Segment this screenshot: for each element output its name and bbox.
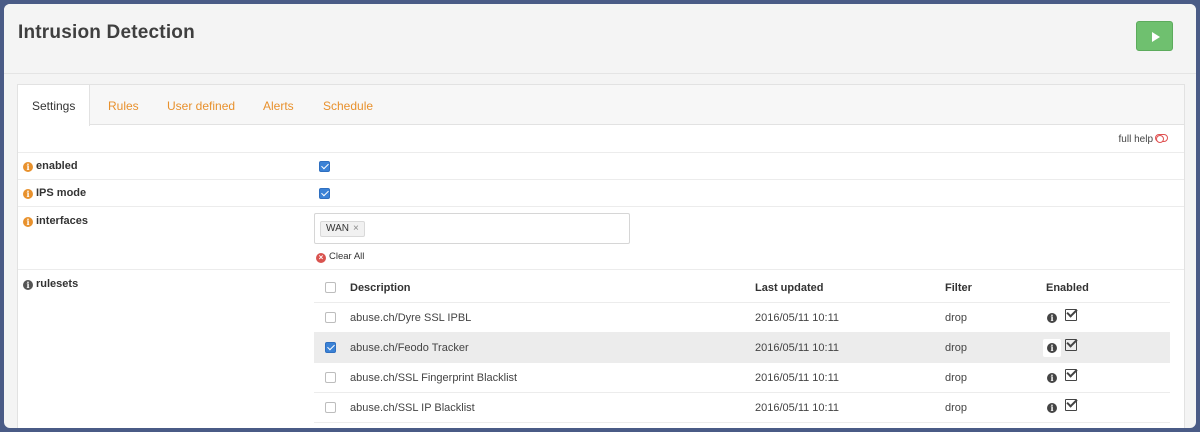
info-button[interactable]: i <box>1043 339 1061 357</box>
select-all-checkbox[interactable] <box>325 282 336 293</box>
ips-mode-checkbox[interactable] <box>319 188 330 199</box>
info-icon: i <box>1047 343 1057 353</box>
info-button[interactable]: i <box>1043 399 1061 417</box>
play-icon <box>1152 32 1160 42</box>
page-title: Intrusion Detection <box>18 22 195 43</box>
clear-all-link[interactable]: × Clear All <box>316 251 364 263</box>
info-icon: i <box>1047 313 1057 323</box>
enabled-check-icon[interactable] <box>1065 399 1077 411</box>
setting-label-ips-mode: i IPS mode <box>23 187 86 199</box>
row-checkbox[interactable] <box>325 402 336 413</box>
enabled-checkbox[interactable] <box>319 161 330 172</box>
table-row[interactable]: abuse.ch/Dyre SSL IPBL 2016/05/11 10:11 … <box>314 303 1170 333</box>
info-icon: i <box>1047 403 1057 413</box>
table-row[interactable]: abuse.ch/Feodo Tracker 2016/05/11 10:11 … <box>314 333 1170 363</box>
toggle-off-icon <box>1155 134 1168 143</box>
tab-bar: Settings Rules User defined Alerts Sched… <box>18 85 1184 126</box>
info-icon[interactable]: i <box>23 217 33 227</box>
column-header-description[interactable]: Description <box>350 282 411 294</box>
full-help-label: full help <box>1118 134 1153 145</box>
info-button[interactable]: i <box>1043 369 1061 387</box>
row-checkbox[interactable] <box>325 312 336 323</box>
app-window: Intrusion Detection Settings Rules User … <box>4 4 1196 428</box>
clear-icon: × <box>316 253 326 263</box>
info-icon: i <box>1047 373 1057 383</box>
info-icon[interactable]: i <box>23 189 33 199</box>
tab-rules[interactable]: Rules <box>108 85 139 125</box>
setting-row-interfaces: i interfaces WAN × × Clear All <box>18 207 1184 270</box>
settings-panel: Settings Rules User defined Alerts Sched… <box>17 84 1185 428</box>
enabled-check-icon[interactable] <box>1065 369 1077 381</box>
info-button[interactable]: i <box>1043 309 1061 327</box>
column-header-filter[interactable]: Filter <box>945 282 972 294</box>
info-icon[interactable]: i <box>23 280 33 290</box>
setting-label-interfaces: i interfaces <box>23 215 88 227</box>
info-icon[interactable]: i <box>23 162 33 172</box>
remove-chip-icon[interactable]: × <box>353 223 359 234</box>
table-row[interactable]: abuse.ch/SSL Fingerprint Blacklist 2016/… <box>314 363 1170 393</box>
table-row[interactable]: abuse.ch/SSL IP Blacklist 2016/05/11 10:… <box>314 393 1170 423</box>
setting-label-rulesets: i rulesets <box>23 278 78 290</box>
column-header-enabled[interactable]: Enabled <box>1046 282 1089 294</box>
tab-schedule[interactable]: Schedule <box>323 85 373 125</box>
full-help-toggle[interactable]: full help <box>1119 134 1168 145</box>
enabled-check-icon[interactable] <box>1065 309 1077 321</box>
run-button[interactable] <box>1136 21 1173 51</box>
table-header: Description Last updated Filter Enabled <box>314 273 1170 303</box>
setting-row-rulesets: i rulesets Description Last updated Filte… <box>18 270 1184 428</box>
setting-row-enabled: i enabled <box>18 153 1184 180</box>
setting-row-ips-mode: i IPS mode <box>18 180 1184 207</box>
tab-user-defined[interactable]: User defined <box>167 85 235 125</box>
setting-label-enabled: i enabled <box>23 160 78 172</box>
row-checkbox[interactable] <box>325 342 336 353</box>
tab-alerts[interactable]: Alerts <box>263 85 294 125</box>
interfaces-select[interactable]: WAN × <box>314 213 630 244</box>
tab-settings[interactable]: Settings <box>18 85 91 126</box>
row-checkbox[interactable] <box>325 372 336 383</box>
column-header-last-updated[interactable]: Last updated <box>755 282 823 294</box>
interface-chip-wan: WAN × <box>320 221 365 237</box>
enabled-check-icon[interactable] <box>1065 339 1077 351</box>
help-row: full help <box>18 125 1184 153</box>
page-header: Intrusion Detection <box>4 4 1196 74</box>
